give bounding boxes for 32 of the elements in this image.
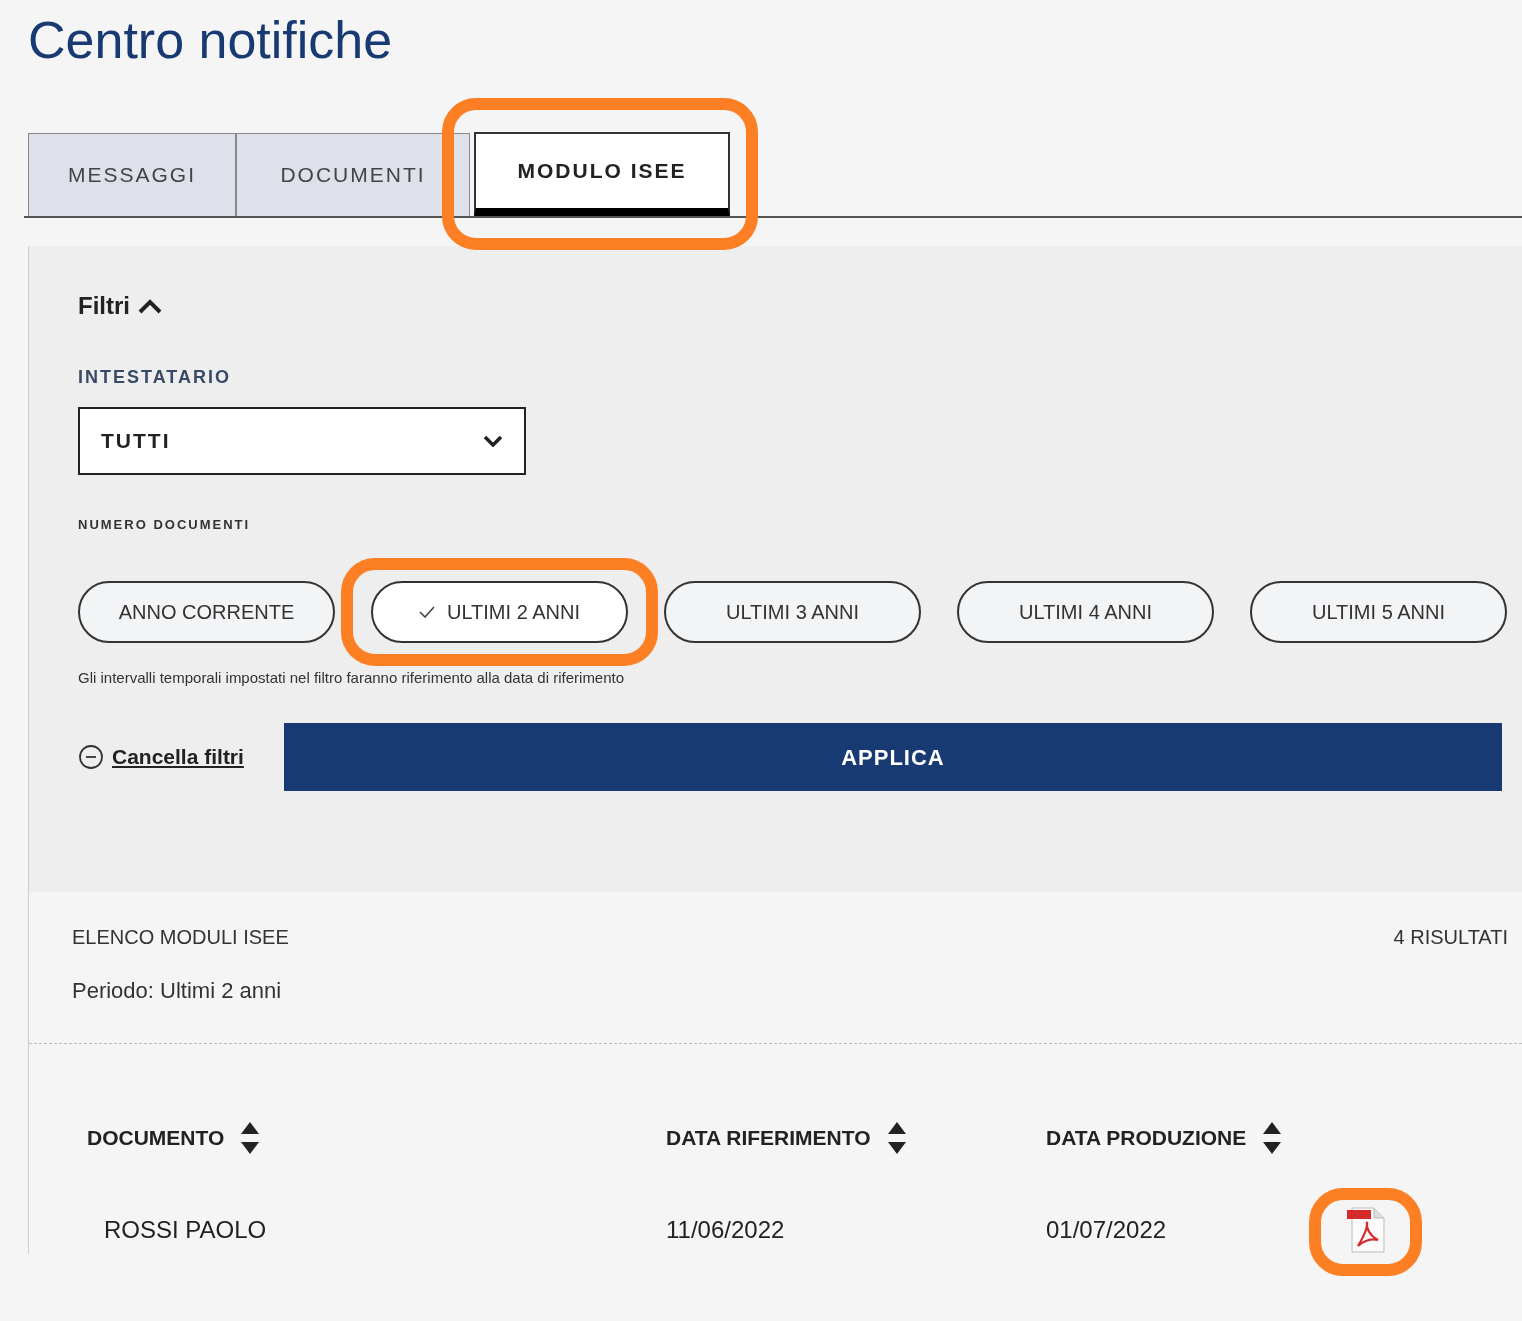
period-chip[interactable]: ANNO CORRENTE (78, 580, 335, 643)
result-count: 4 RISULTATI (1393, 925, 1508, 950)
table-cell-text: 11/06/2022 (666, 1215, 786, 1245)
pdf-file-icon[interactable] (1346, 1206, 1386, 1254)
period-chip[interactable]: ULTIMI 4 ANNI (957, 580, 1214, 643)
column-header[interactable]: DATA PRODUZIONE (1046, 1120, 1306, 1156)
filter-note: Gli intervalli temporali impostati nel filtro faranno riferimento alla data di riferimento (78, 667, 626, 688)
period-chip[interactable]: ULTIMI 5 ANNI (1250, 580, 1507, 643)
filters-toggle[interactable]: Filtri (78, 288, 162, 324)
holder-dropdown[interactable]: TUTTI (78, 407, 526, 475)
field-label: NUMERO DOCUMENTI (78, 516, 252, 534)
field-label: INTESTATARIO (78, 366, 232, 389)
sort-icon (886, 1120, 907, 1156)
tab[interactable]: MODULO ISEE (474, 132, 730, 216)
list-title: ELENCO MODULI ISEE (72, 925, 289, 950)
period-chip[interactable]: ULTIMI 3 ANNI (664, 580, 921, 643)
check-icon (419, 605, 435, 618)
period-text: Periodo: Ultimi 2 anni (29, 952, 1522, 1044)
sort-icon (240, 1120, 261, 1156)
clear-filters-link[interactable]: Cancella filtri (78, 741, 244, 773)
column-header[interactable]: DATA RIFERIMENTO (666, 1120, 1046, 1156)
chevron-down-icon (483, 435, 503, 447)
page-title: Centro notifiche (28, 10, 394, 71)
column-header[interactable]: DOCUMENTO (87, 1120, 666, 1156)
tab[interactable]: DOCUMENTI (236, 133, 470, 216)
period-chip[interactable]: ULTIMI 2 ANNI (371, 580, 628, 643)
table-cell-text: ROSSI PAOLO (103, 1215, 268, 1245)
sort-icon (1262, 1120, 1283, 1156)
minus-circle-icon (78, 744, 104, 770)
tab[interactable]: MESSAGGI (28, 133, 236, 216)
table-cell-text: 01/07/2022 (1046, 1215, 1168, 1245)
apply-button[interactable]: APPLICA (283, 723, 1502, 791)
